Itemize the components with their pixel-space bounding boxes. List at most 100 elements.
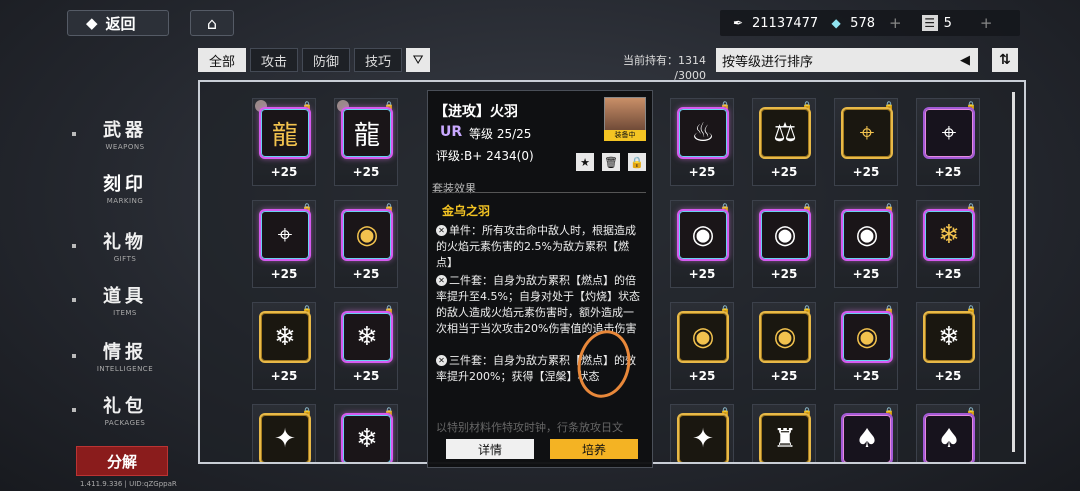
marking-level: +25 — [688, 165, 716, 179]
marking-card[interactable]: 🔒❄+25 — [916, 200, 980, 288]
marking-card[interactable]: 🔒 ♨ +25 — [670, 98, 734, 186]
sidebar-item-items[interactable]: 道具 ITEMS — [70, 282, 180, 317]
train-button[interactable]: 培养 — [550, 439, 638, 459]
set-effect-1: ✕ 单件：所有攻击命中敌人时，根据造成的火焰元素伤害的2.5%为敌方累积【燃点】 — [436, 224, 636, 269]
sort-arrows-icon: ⇅ — [999, 52, 1011, 68]
sort-dropdown[interactable]: 按等级进行排序 ◀ — [716, 48, 978, 72]
equipped-badge: 装备中 — [604, 130, 646, 141]
add-ticket-button[interactable]: + — [980, 14, 993, 32]
marking-level: +25 — [934, 267, 962, 281]
marking-art-icon: ✦ — [677, 413, 729, 462]
marking-card[interactable]: 🔒 ◉ +25 — [334, 200, 398, 288]
sort-label: 按等级进行排序 — [722, 54, 814, 70]
home-button[interactable]: ⌂ — [190, 10, 234, 36]
marking-art-icon: ◉ — [841, 209, 893, 261]
marking-level: +25 — [270, 165, 298, 179]
marking-art-icon: 龍 — [259, 107, 311, 159]
marking-art-icon: 龍 — [341, 107, 393, 159]
marking-level: +25 — [770, 369, 798, 383]
marking-rating: 评级:B+ 2434(0) — [436, 149, 534, 163]
tab-attack[interactable]: 攻击 — [250, 48, 299, 72]
marking-card[interactable]: 🔒♜+25 — [752, 404, 816, 462]
ticket-value: 5 — [943, 15, 952, 31]
effect-bullet-icon: ✕ — [436, 275, 447, 286]
description-text: 以特别材料作特攻时钟，行条放攻日文 — [436, 421, 623, 434]
diamond-icon: ◆ — [831, 16, 841, 30]
tab-skill[interactable]: 技巧 — [354, 48, 403, 72]
sidebar-item-marking[interactable]: 刻印 MARKING — [70, 170, 180, 205]
back-arrow-icon: ◆ — [86, 14, 98, 32]
marking-title: 【进攻】火羽 — [434, 104, 518, 120]
sidebar-item-packages[interactable]: 礼包 PACKAGES — [70, 392, 180, 427]
ticket-icon: ☰ — [921, 15, 938, 31]
nav-bullet — [72, 298, 76, 302]
marking-card[interactable]: 🔒 ◉ +25 — [834, 302, 898, 390]
marking-card[interactable]: 🔒❄+25 — [334, 302, 398, 390]
marking-card[interactable]: 🔒 ⌖ +25 — [834, 98, 898, 186]
back-label: 返回 — [105, 14, 136, 33]
rarity-badge: UR — [440, 124, 463, 140]
marking-card[interactable]: 🔒✦+25 — [252, 404, 316, 462]
marking-art-icon: ✦ — [259, 413, 311, 462]
decompose-button[interactable]: 分解 — [76, 446, 168, 476]
marking-art-icon: ❄ — [341, 413, 393, 462]
marking-art-icon: ◉ — [841, 311, 893, 363]
filter-tabs: 全部 攻击 防御 技巧 ⛛ — [198, 48, 431, 72]
marking-card[interactable]: 🔒 ◉ +25 — [752, 200, 816, 288]
holding-label: 当前持有：1314 — [623, 54, 706, 67]
add-diamond-button[interactable]: + — [889, 14, 902, 32]
marking-card[interactable]: 🔒 ◉ +25 — [752, 302, 816, 390]
marking-level: +25 — [852, 165, 880, 179]
marking-card[interactable]: 🔒 ◉ +25 — [670, 302, 734, 390]
marking-card[interactable]: 🔒 ◉ +25 — [670, 200, 734, 288]
marking-level: +25 — [352, 165, 380, 179]
favorite-star-button[interactable]: ★ — [576, 153, 594, 171]
marking-detail-popup: 【进攻】火羽 UR 等级 25/25 评级:B+ 2434(0) 装备中 ★ 🗑… — [427, 90, 653, 468]
marking-card[interactable]: 🔒♠+25 — [834, 404, 898, 462]
marking-level: +25 — [852, 369, 880, 383]
effect-bullet-icon: ✕ — [436, 355, 447, 366]
tab-all[interactable]: 全部 — [198, 48, 247, 72]
marking-card[interactable]: 🔒 ⌖ +25 — [252, 200, 316, 288]
marking-level: +25 — [934, 369, 962, 383]
marking-art-icon: ◉ — [341, 209, 393, 261]
marking-card[interactable]: 🔒❄+25 — [916, 302, 980, 390]
caret-left-icon: ◀ — [960, 52, 970, 68]
marking-level: +25 — [770, 267, 798, 281]
set-effect-header: 套装效果 — [432, 182, 476, 195]
marking-level: +25 — [270, 369, 298, 383]
marking-card[interactable]: 🔒❄+25 — [252, 302, 316, 390]
marking-art-icon: ⚖ — [759, 107, 811, 159]
marking-card[interactable]: 🔒 龍 +25 — [334, 98, 398, 186]
sort-order-toggle[interactable]: ⇅ — [992, 48, 1018, 72]
marking-level: +25 — [852, 267, 880, 281]
scrollbar[interactable] — [1012, 92, 1015, 452]
trash-icon[interactable]: 🗑 — [602, 153, 620, 171]
marking-card[interactable]: 🔒♠+25 — [916, 404, 980, 462]
sidebar-item-intelligence[interactable]: 情报 INTELLIGENCE — [70, 338, 180, 373]
marking-art-icon: ◉ — [677, 209, 729, 261]
back-button[interactable]: ◆ 返回 — [67, 10, 169, 36]
marking-card[interactable]: 🔒 ◉ +25 — [834, 200, 898, 288]
marking-card[interactable]: 🔒 ⌖ +25 — [916, 98, 980, 186]
marking-art-icon: ◉ — [759, 209, 811, 261]
effect-bullet-icon: ✕ — [436, 225, 447, 236]
marking-card[interactable]: 🔒 ⚖ +25 — [752, 98, 816, 186]
marking-art-icon: ❄ — [923, 209, 975, 261]
lock-icon[interactable]: 🔒 — [628, 153, 646, 171]
marking-card[interactable]: 🔒✦+25 — [670, 404, 734, 462]
sidebar-item-weapons[interactable]: 武器 WEAPONS — [70, 116, 180, 151]
set-effect-2: ✕ 二件套：自身为敌方累积【燃点】的倍率提升至4.5%；自身对处于【灼烧】状态的敌… — [436, 274, 640, 335]
marking-level: +25 — [934, 165, 962, 179]
marking-art-icon: ❄ — [341, 311, 393, 363]
detail-button[interactable]: 详情 — [446, 439, 534, 459]
coin-currency: ✒ 21137477 — [730, 15, 818, 31]
tab-defense[interactable]: 防御 — [302, 48, 351, 72]
nav-bullet — [72, 354, 76, 358]
filter-icon[interactable]: ⛛ — [406, 48, 431, 72]
sidebar-item-gifts[interactable]: 礼物 GIFTS — [70, 228, 180, 263]
marking-art-icon: ⌖ — [923, 107, 975, 159]
marking-card[interactable]: 🔒❄+25 — [334, 404, 398, 462]
marking-art-icon: ♠ — [841, 413, 893, 462]
marking-card[interactable]: 🔒 龍 +25 — [252, 98, 316, 186]
